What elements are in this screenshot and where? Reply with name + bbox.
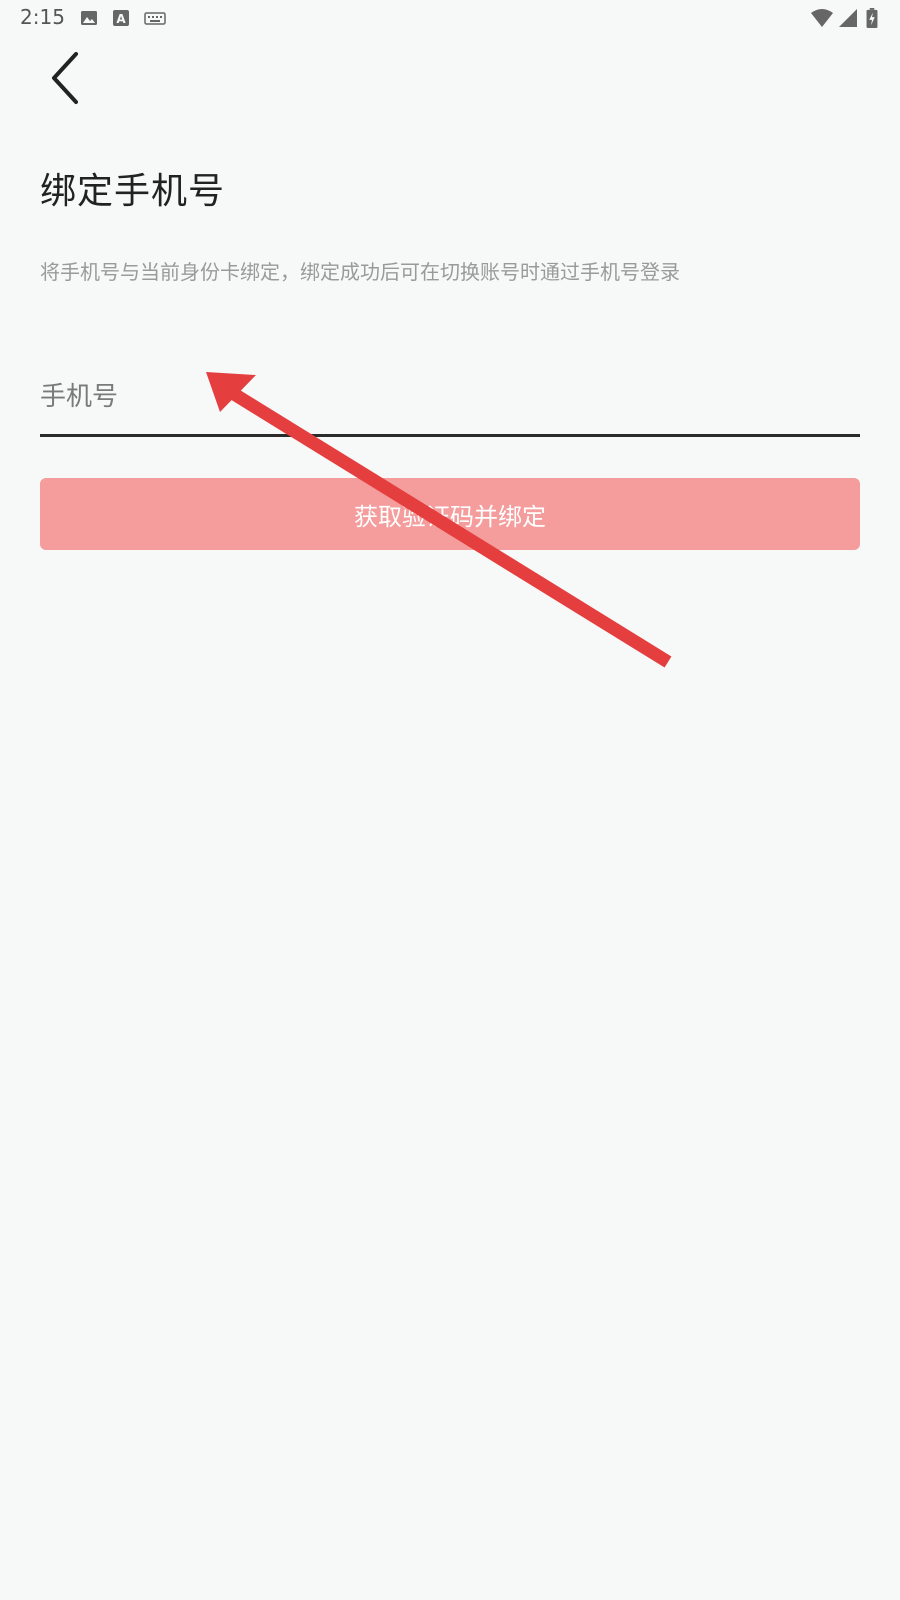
status-bar: 2:15 A — [0, 0, 900, 36]
wifi-icon — [811, 9, 833, 27]
phone-input[interactable] — [40, 360, 860, 437]
back-button[interactable] — [36, 48, 96, 108]
page-description: 将手机号与当前身份卡绑定，绑定成功后可在切换账号时通过手机号登录 — [40, 260, 680, 284]
chevron-left-icon — [52, 52, 78, 104]
get-code-and-bind-button[interactable]: 获取验证码并绑定 — [40, 478, 860, 550]
phone-field — [40, 360, 860, 437]
annotation-arrow — [206, 372, 672, 668]
text-a-icon: A — [113, 10, 129, 26]
bind-phone-screen: 2:15 A 绑定手机号 将手机号与当前身份卡绑定，绑定成功后可在切换账号时通过… — [0, 0, 900, 1600]
page-title: 绑定手机号 — [40, 171, 226, 212]
signal-icon — [839, 9, 857, 27]
image-icon — [81, 11, 97, 25]
battery-charging-icon — [866, 8, 878, 28]
svg-text:A: A — [116, 12, 126, 26]
status-time: 2:15 — [20, 5, 65, 29]
keyboard-icon — [144, 12, 166, 25]
